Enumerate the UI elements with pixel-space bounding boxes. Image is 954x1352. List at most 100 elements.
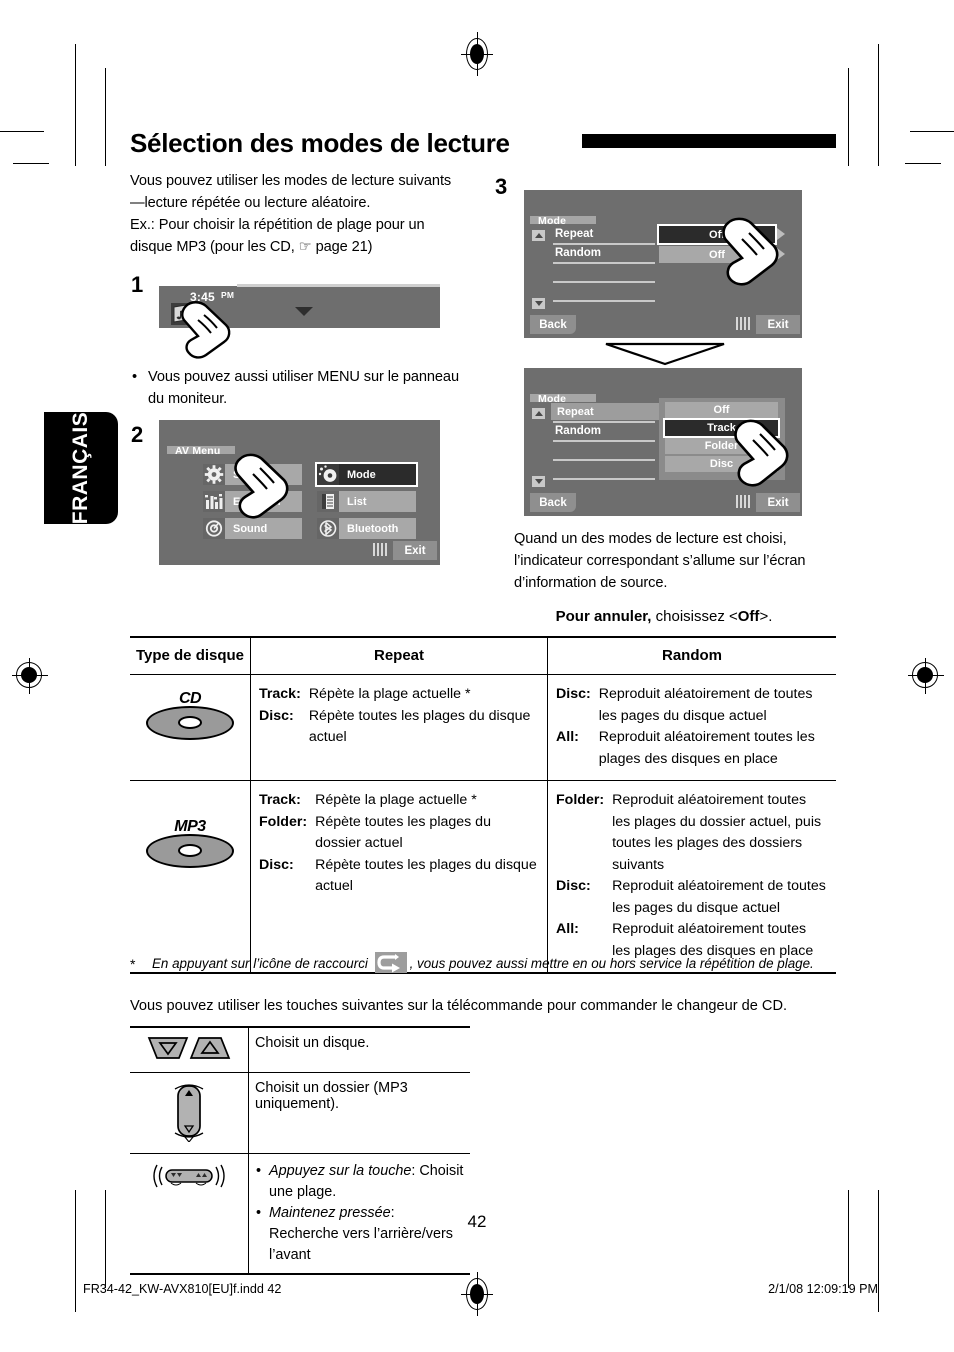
- cancel-note: Pour annuler, choisissez <Off>.: [492, 608, 836, 625]
- cell-remote-icon: [130, 1072, 249, 1154]
- footer-filename: FR34-42_KW-AVX810[EU]f.indd 42: [83, 1282, 282, 1296]
- manual-page: FRANÇAIS Sélection des modes de lecture …: [0, 0, 954, 1352]
- cd-disc-icon: CD: [142, 690, 238, 746]
- row-label-random[interactable]: Random: [555, 425, 601, 437]
- disc-music-icon-glyph: [173, 304, 202, 323]
- footnote-star: *: [130, 956, 136, 972]
- mode-dial-icon: [317, 464, 339, 485]
- row-label-repeat-text: Repeat: [557, 405, 594, 418]
- gear-icon: [203, 464, 225, 485]
- def-val: Reproduit aléatoirement de toutes les pa…: [612, 878, 826, 916]
- exit-button-3a[interactable]: Exit: [756, 315, 800, 334]
- page-title: Sélection des modes de lecture: [130, 128, 836, 160]
- intro-paragraph-2: Ex.: Pour choisir la répétition de plage…: [130, 217, 425, 255]
- screen-step3a: Mode Repeat Random Off Off Back Exit: [524, 190, 802, 338]
- row-rule: [553, 440, 655, 442]
- table-row: MP3 Track: Répète la plage actuelle * Fol…: [130, 780, 836, 974]
- left-column: Vous pouvez utiliser les modes de lectur…: [130, 170, 460, 258]
- chevron-right-icon[interactable]: [777, 248, 785, 260]
- scroll-down-icon[interactable]: [532, 298, 545, 309]
- row-rule: [553, 262, 655, 264]
- cancel-note-bold: Pour annuler,: [555, 608, 652, 625]
- menu-button-equalizer[interactable]: Equalizer: [203, 491, 302, 512]
- def-key: Disc:: [556, 878, 591, 894]
- menu-label-bluetooth: Bluetooth: [347, 522, 399, 535]
- cell-random: Folder: Reproduit aléatoirement toutes le…: [547, 780, 836, 974]
- flow-arrow-down: [605, 342, 725, 366]
- scroll-up-icon[interactable]: [532, 230, 545, 241]
- header-random-label: Random: [662, 647, 722, 664]
- cancel-note-tail: >.: [759, 608, 773, 625]
- crop-mark: [910, 131, 954, 133]
- crop-mark: [848, 1190, 850, 1288]
- value-button-repeat[interactable]: Off: [657, 224, 777, 245]
- exit-button-step2[interactable]: Exit: [393, 541, 437, 560]
- option-track[interactable]: Track: [663, 418, 780, 438]
- cancel-note-value: Off: [737, 608, 760, 625]
- row-rule: [553, 281, 655, 283]
- crop-mark: [13, 163, 49, 165]
- registration-mark-left: [12, 658, 48, 694]
- menu-button-list[interactable]: List: [317, 491, 416, 512]
- crop-mark: [105, 68, 107, 166]
- option-disc[interactable]: Disc: [665, 456, 778, 472]
- header-repeat: Repeat: [250, 636, 548, 675]
- def-key: Disc:: [556, 686, 591, 702]
- def-val: Répète toutes les plages du dossier actu…: [315, 813, 491, 852]
- remote-text-0: Choisit un disque.: [255, 1035, 370, 1051]
- disc-music-icon[interactable]: [171, 303, 203, 325]
- header-random: Random: [547, 636, 836, 675]
- playback-modes-table: Type de disque Repeat Random CD Track: Ré…: [130, 636, 836, 974]
- clock-time: 3:45: [190, 290, 215, 304]
- crop-mark: [848, 68, 850, 166]
- mp3-disc-label: MP3: [174, 818, 206, 835]
- menu-button-sound[interactable]: Sound: [203, 518, 302, 539]
- back-button-3b[interactable]: Back: [530, 493, 576, 512]
- option-folder[interactable]: Folder: [665, 438, 778, 454]
- title-rule: [582, 134, 836, 148]
- menu-button-bluetooth[interactable]: Bluetooth: [317, 518, 416, 539]
- row-rule: [553, 300, 655, 302]
- crop-mark: [905, 163, 941, 165]
- menu-label-sound: Sound: [233, 522, 268, 535]
- row-rule: [553, 459, 655, 461]
- row-label-repeat-selected[interactable]: Repeat: [551, 403, 659, 420]
- grip-handle[interactable]: [736, 317, 750, 330]
- chevron-down-icon[interactable]: [295, 307, 313, 316]
- header-repeat-label: Repeat: [373, 647, 425, 664]
- mode-title-3a: Mode: [538, 215, 567, 227]
- random-definitions: Disc: Reproduit aléatoirement de toutes l…: [556, 684, 828, 770]
- menu-button-setup[interactable]: Setup: [203, 464, 302, 485]
- option-off[interactable]: Off: [665, 402, 778, 418]
- clock-meridiem: PM: [221, 290, 235, 300]
- row-rule: [553, 243, 655, 245]
- cd-disc-label: CD: [178, 690, 202, 707]
- menu-button-mode[interactable]: Mode: [315, 462, 418, 487]
- repeat-definitions: Track: Répète la plage actuelle * Disc: Ré…: [259, 684, 539, 749]
- grip-handle[interactable]: [736, 495, 750, 508]
- row-label-repeat[interactable]: Repeat: [555, 228, 593, 240]
- grip-handle[interactable]: [373, 543, 387, 556]
- value-button-random[interactable]: Off: [659, 246, 775, 263]
- row-label-random[interactable]: Random: [555, 247, 601, 259]
- footnote: * En appuyant sur l’icône de raccourci ,…: [130, 952, 836, 974]
- step-2-number: 2: [131, 422, 144, 447]
- cell-disc-type: MP3: [130, 780, 251, 974]
- language-tab-label: FRANÇAIS: [69, 411, 92, 525]
- sound-icon: [203, 518, 225, 539]
- scroll-up-icon[interactable]: [532, 408, 545, 419]
- table-row: Choisit un dossier (MP3 uniquement).: [130, 1072, 470, 1154]
- cancel-note-rest: choisissez <: [651, 608, 738, 625]
- exit-button-3b[interactable]: Exit: [756, 493, 800, 512]
- bluetooth-icon: [317, 518, 339, 539]
- cell-repeat: Track: Répète la plage actuelle * Folder:…: [250, 780, 548, 974]
- row-rule: [553, 421, 655, 423]
- disc-down-up-buttons-icon: [147, 1037, 231, 1059]
- back-button-3a[interactable]: Back: [530, 315, 576, 334]
- list-item: Appuyez sur la touche: Choisit une plage…: [256, 1161, 464, 1203]
- footer: FR34-42_KW-AVX810[EU]f.indd 42 2/1/08 12…: [0, 1282, 954, 1302]
- scroll-down-icon[interactable]: [532, 476, 545, 487]
- remote-intro: Vous pouvez utiliser les touches suivant…: [130, 998, 788, 1014]
- chevron-right-icon[interactable]: [777, 228, 785, 240]
- menu-label-mode: Mode: [347, 468, 376, 481]
